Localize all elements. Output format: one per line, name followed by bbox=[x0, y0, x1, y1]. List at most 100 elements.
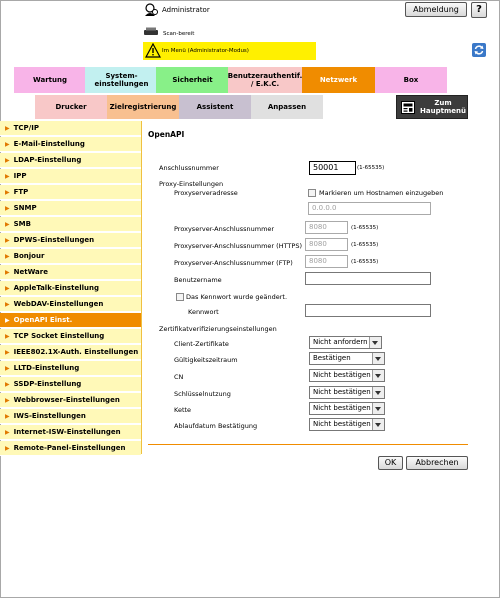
help-button[interactable]: ? bbox=[471, 2, 487, 18]
arrow-right-icon: ▶ bbox=[5, 300, 10, 308]
sidebar-item[interactable]: ▶ Webbrowser-Einstellungen bbox=[0, 393, 141, 408]
username-label: Benutzername bbox=[174, 276, 222, 284]
refresh-icon[interactable] bbox=[472, 43, 486, 57]
sidebar-item-label: WebDAV-Einstellungen bbox=[13, 300, 104, 308]
client-cert-select[interactable]: Nicht anfordern bbox=[309, 336, 382, 349]
expiry-value: Nicht bestätigen bbox=[313, 420, 371, 428]
proxy-section-heading: Proxy-Einstellungen bbox=[159, 180, 224, 188]
expiry-label: Ablaufdatum Bestätigung bbox=[174, 422, 258, 430]
arrow-right-icon: ▶ bbox=[5, 348, 10, 356]
proxy-port-ftp-input[interactable]: 8080 bbox=[305, 255, 348, 268]
expiry-select[interactable]: Nicht bestätigen bbox=[309, 418, 385, 431]
key-usage-label: Schlüsselnutzung bbox=[174, 390, 231, 398]
cn-value: Nicht bestätigen bbox=[313, 371, 371, 379]
sidebar-item[interactable]: ▶ E-Mail-Einstellung bbox=[0, 137, 141, 152]
sidebar-item[interactable]: ▶ TCP Socket Einstellung bbox=[0, 329, 141, 344]
admin-mode-text: Im Menü (Administrator-Modus) bbox=[162, 48, 249, 54]
arrow-right-icon: ▶ bbox=[5, 268, 10, 276]
tab-benutzerauthentif-e-k-c[interactable]: Benutzerauthentif. / E.K.C. bbox=[228, 67, 302, 93]
sidebar-item-label: Internet-ISW-Einstellungen bbox=[13, 428, 121, 436]
sidebar-item[interactable]: ▶ Bonjour bbox=[0, 249, 141, 264]
sidebar-item-label: E-Mail-Einstellung bbox=[13, 140, 85, 148]
sidebar-item[interactable]: ▶ WebDAV-Einstellungen bbox=[0, 297, 141, 312]
chevron-down-icon bbox=[372, 419, 384, 430]
sidebar-item-label: TCP/IP bbox=[13, 124, 39, 132]
tab-box[interactable]: Box bbox=[375, 67, 447, 93]
warning-icon bbox=[145, 43, 161, 58]
username-input[interactable] bbox=[305, 272, 431, 285]
home-menu-icon bbox=[401, 101, 415, 114]
password-input[interactable] bbox=[305, 304, 431, 317]
arrow-right-icon: ▶ bbox=[5, 380, 10, 388]
sidebar-item[interactable]: ▶ IPP bbox=[0, 169, 141, 184]
chevron-down-icon bbox=[372, 370, 384, 381]
tab-netzwerk[interactable]: Netzwerk bbox=[302, 67, 375, 93]
cn-select[interactable]: Nicht bestätigen bbox=[309, 369, 385, 382]
proxy-port-label: Proxyserver-Anschlussnummer bbox=[174, 225, 275, 233]
chain-select[interactable]: Nicht bestätigen bbox=[309, 402, 385, 415]
sidebar-item-label: Webbrowser-Einstellungen bbox=[13, 396, 120, 404]
admin-label: Administrator bbox=[162, 6, 210, 14]
home-button-label: Zum Hauptmenü bbox=[420, 99, 466, 115]
sidebar-item[interactable]: ▶ DPWS-Einstellungen bbox=[0, 233, 141, 248]
tab-system-einstellungen[interactable]: System- einstellungen bbox=[85, 67, 158, 93]
cancel-button[interactable]: Abbrechen bbox=[406, 456, 468, 470]
proxy-port-input[interactable]: 8080 bbox=[305, 221, 348, 234]
tab-anpassen[interactable]: Anpassen bbox=[251, 95, 323, 119]
sidebar-item[interactable]: ▶ LLTD-Einstellung bbox=[0, 361, 141, 376]
proxy-port-https-label: Proxyserver-Anschlussnummer (HTTPS) bbox=[174, 242, 302, 250]
scanner-icon bbox=[144, 27, 158, 35]
arrow-right-icon: ▶ bbox=[5, 412, 10, 420]
sidebar-item[interactable]: ▶ SSDP-Einstellung bbox=[0, 377, 141, 392]
cert-section-heading: Zertifikatverifizierungseinstellungen bbox=[159, 325, 277, 333]
port-label: Anschlussnummer bbox=[159, 164, 219, 172]
home-button[interactable]: Zum Hauptmenü bbox=[396, 95, 468, 119]
tab-assistent[interactable]: Assistent bbox=[179, 95, 251, 119]
proxy-address-label: Proxyserveradresse bbox=[174, 189, 238, 197]
sidebar-item[interactable]: ▶ TCP/IP bbox=[0, 121, 141, 136]
sidebar-item[interactable]: ▶ Remote-Panel-Einstellungen bbox=[0, 441, 141, 456]
sidebar-item-label: DPWS-Einstellungen bbox=[13, 236, 95, 244]
hostname-checkbox[interactable] bbox=[308, 189, 316, 197]
tab-zielregistrierung[interactable]: Zielregistrierung bbox=[107, 95, 179, 119]
password-changed-checkbox[interactable] bbox=[176, 293, 184, 301]
sidebar-item[interactable]: ▶ SNMP bbox=[0, 201, 141, 216]
sidebar-item[interactable]: ▶ AppleTalk-Einstellung bbox=[0, 281, 141, 296]
tab-sicherheit[interactable]: Sicherheit bbox=[156, 67, 229, 93]
sidebar-item[interactable]: ▶ NetWare bbox=[0, 265, 141, 280]
sidebar-item-label: IWS-Einstellungen bbox=[13, 412, 86, 420]
sidebar-item-label: IEEE802.1X-Auth. Einstellungen bbox=[13, 348, 139, 356]
sidebar-item[interactable]: ▶ OpenAPI Einst. bbox=[0, 313, 141, 328]
sidebar-item[interactable]: ▶ IEEE802.1X-Auth. Einstellungen bbox=[0, 345, 141, 360]
proxy-address-input[interactable]: 0.0.0.0 bbox=[308, 202, 431, 215]
arrow-right-icon: ▶ bbox=[5, 188, 10, 196]
key-usage-select[interactable]: Nicht bestätigen bbox=[309, 386, 385, 399]
ok-button[interactable]: OK bbox=[378, 456, 403, 470]
sidebar-item[interactable]: ▶ LDAP-Einstellung bbox=[0, 153, 141, 168]
proxy-port-ftp-hint: (1-65535) bbox=[351, 259, 379, 265]
logout-button[interactable]: Abmeldung bbox=[405, 2, 467, 17]
arrow-right-icon: ▶ bbox=[5, 396, 10, 404]
tab-wartung[interactable]: Wartung bbox=[14, 67, 86, 93]
arrow-right-icon: ▶ bbox=[5, 332, 10, 340]
sidebar-item[interactable]: ▶ FTP bbox=[0, 185, 141, 200]
arrow-right-icon: ▶ bbox=[5, 444, 10, 452]
sidebar-item-label: OpenAPI Einst. bbox=[13, 316, 73, 324]
scan-status: Scan-bereit bbox=[163, 31, 195, 37]
page-title: OpenAPI bbox=[148, 130, 185, 139]
sidebar-item-label: SMB bbox=[13, 220, 31, 228]
sidebar-item[interactable]: ▶ IWS-Einstellungen bbox=[0, 409, 141, 424]
proxy-port-https-input[interactable]: 8080 bbox=[305, 238, 348, 251]
sidebar-item[interactable]: ▶ Internet-ISW-Einstellungen bbox=[0, 425, 141, 440]
arrow-right-icon: ▶ bbox=[5, 252, 10, 260]
arrow-right-icon: ▶ bbox=[5, 364, 10, 372]
proxy-port-hint: (1-65535) bbox=[351, 225, 379, 231]
validity-select[interactable]: Bestätigen bbox=[309, 352, 385, 365]
sidebar-item-label: NetWare bbox=[13, 268, 48, 276]
chain-value: Nicht bestätigen bbox=[313, 404, 371, 412]
port-input[interactable]: 50001 bbox=[309, 161, 356, 175]
tab-drucker[interactable]: Drucker bbox=[35, 95, 107, 119]
client-cert-label: Client-Zertifikate bbox=[174, 340, 229, 348]
key-usage-value: Nicht bestätigen bbox=[313, 388, 371, 396]
sidebar-item[interactable]: ▶ SMB bbox=[0, 217, 141, 232]
